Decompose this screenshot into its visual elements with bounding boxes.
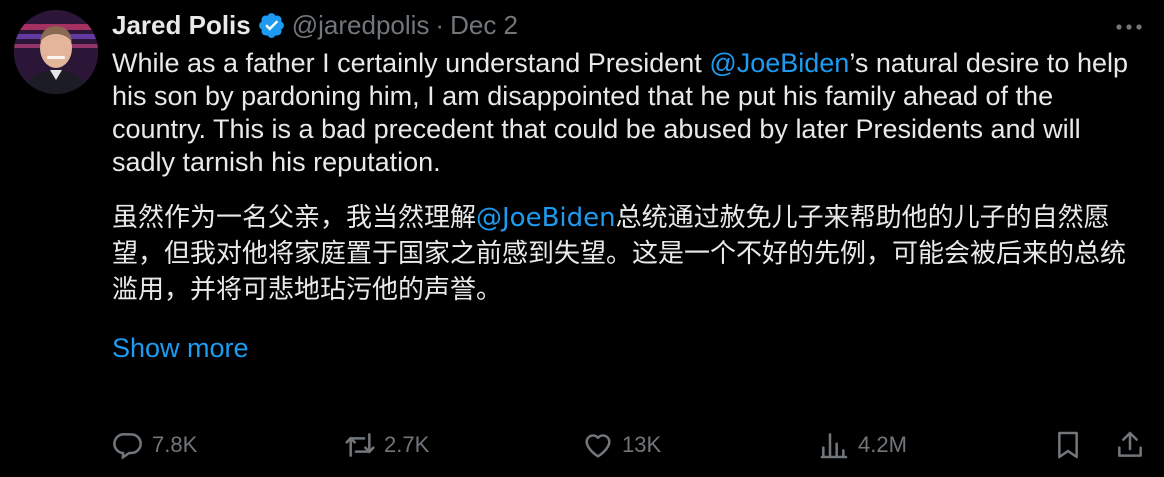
repost-button[interactable]: 2.7K xyxy=(344,429,429,461)
like-icon xyxy=(585,434,611,458)
tweet-text-part: 虽然作为一名父亲，我当然理解 xyxy=(112,203,477,233)
reply-button[interactable]: 7.8K xyxy=(112,429,197,461)
like-count: 13K xyxy=(622,432,662,457)
show-more-link[interactable]: Show more xyxy=(112,332,249,365)
bookmark-icon xyxy=(1058,431,1078,459)
tweet-text-chinese: 虽然作为一名父亲，我当然理解@JoeBiden总统通过赦免儿子来帮助他的儿子的自… xyxy=(112,200,1132,308)
repost-count: 2.7K xyxy=(384,432,430,457)
share-icon xyxy=(1118,431,1142,457)
tweet-text-english: While as a father I certainly understand… xyxy=(112,47,1132,179)
tweet[interactable]: Jared Polis @jaredpolis · Dec 2 While as… xyxy=(0,0,1164,477)
action-bar: 7.8K 2.7K 13K 4.2M xyxy=(112,427,1146,463)
avatar-column xyxy=(14,10,112,477)
reply-icon xyxy=(113,433,142,460)
mention-link[interactable]: @JoeBiden xyxy=(709,48,849,78)
mention-link[interactable]: @JoeBiden xyxy=(476,203,616,233)
verified-badge-icon xyxy=(258,12,284,38)
tweet-date[interactable]: Dec 2 xyxy=(450,10,518,40)
more-icon[interactable] xyxy=(1114,16,1144,38)
views-button[interactable]: 4.2M xyxy=(818,429,907,461)
repost-icon xyxy=(345,433,375,457)
tweet-header: Jared Polis @jaredpolis · Dec 2 xyxy=(112,10,1146,40)
reply-count: 7.8K xyxy=(152,432,198,457)
tweet-content: Jared Polis @jaredpolis · Dec 2 While as… xyxy=(112,10,1146,477)
separator-dot: · xyxy=(435,10,445,40)
views-icon xyxy=(820,433,848,459)
share-button[interactable] xyxy=(1114,429,1146,461)
author-name[interactable]: Jared Polis xyxy=(112,10,251,40)
like-button[interactable]: 13K xyxy=(582,429,661,461)
views-count: 4.2M xyxy=(858,432,907,457)
avatar[interactable] xyxy=(14,10,98,94)
tweet-text-part: While as a father I certainly understand… xyxy=(112,48,710,78)
bookmark-button[interactable] xyxy=(1052,429,1084,461)
author-handle[interactable]: @jaredpolis xyxy=(292,10,430,40)
